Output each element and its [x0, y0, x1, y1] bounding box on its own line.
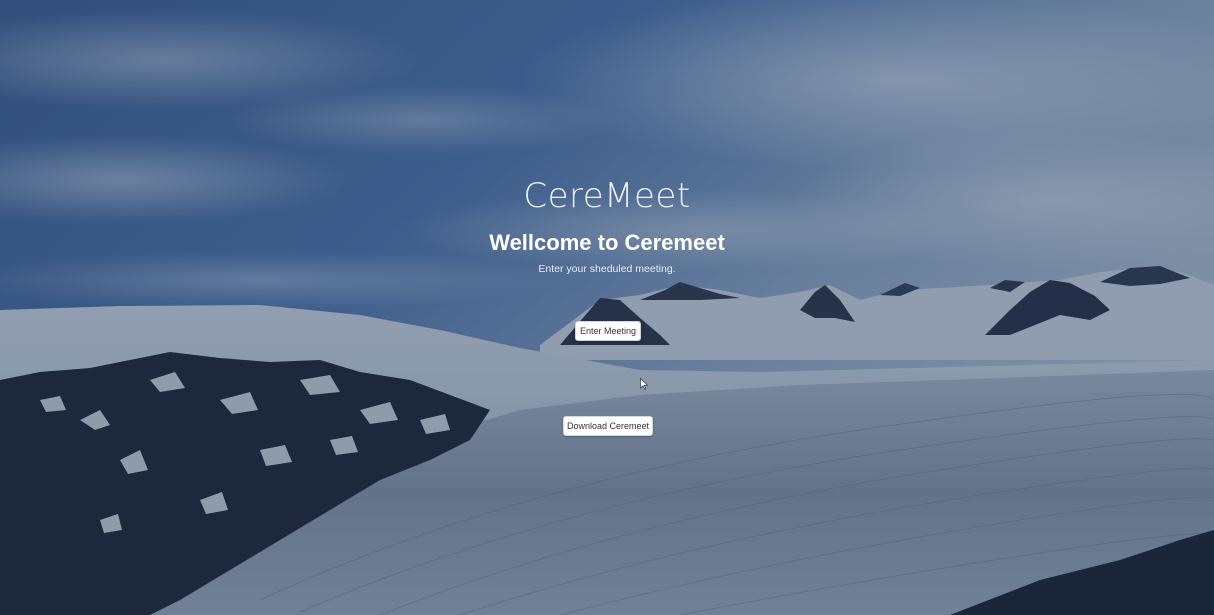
brand-logo-text: CereMeet	[523, 176, 691, 216]
download-ceremeet-button[interactable]: Download Ceremeet	[563, 416, 653, 436]
mouse-pointer-icon	[640, 378, 648, 390]
hero-content: CereMeet Wellcome to Ceremeet Enter your…	[0, 0, 1214, 615]
landing-page: CereMeet Wellcome to Ceremeet Enter your…	[0, 0, 1214, 615]
subtitle-text: Enter your sheduled meeting.	[538, 263, 676, 275]
welcome-heading: Wellcome to Ceremeet	[489, 230, 725, 255]
enter-meeting-button[interactable]: Enter Meeting	[575, 321, 641, 341]
